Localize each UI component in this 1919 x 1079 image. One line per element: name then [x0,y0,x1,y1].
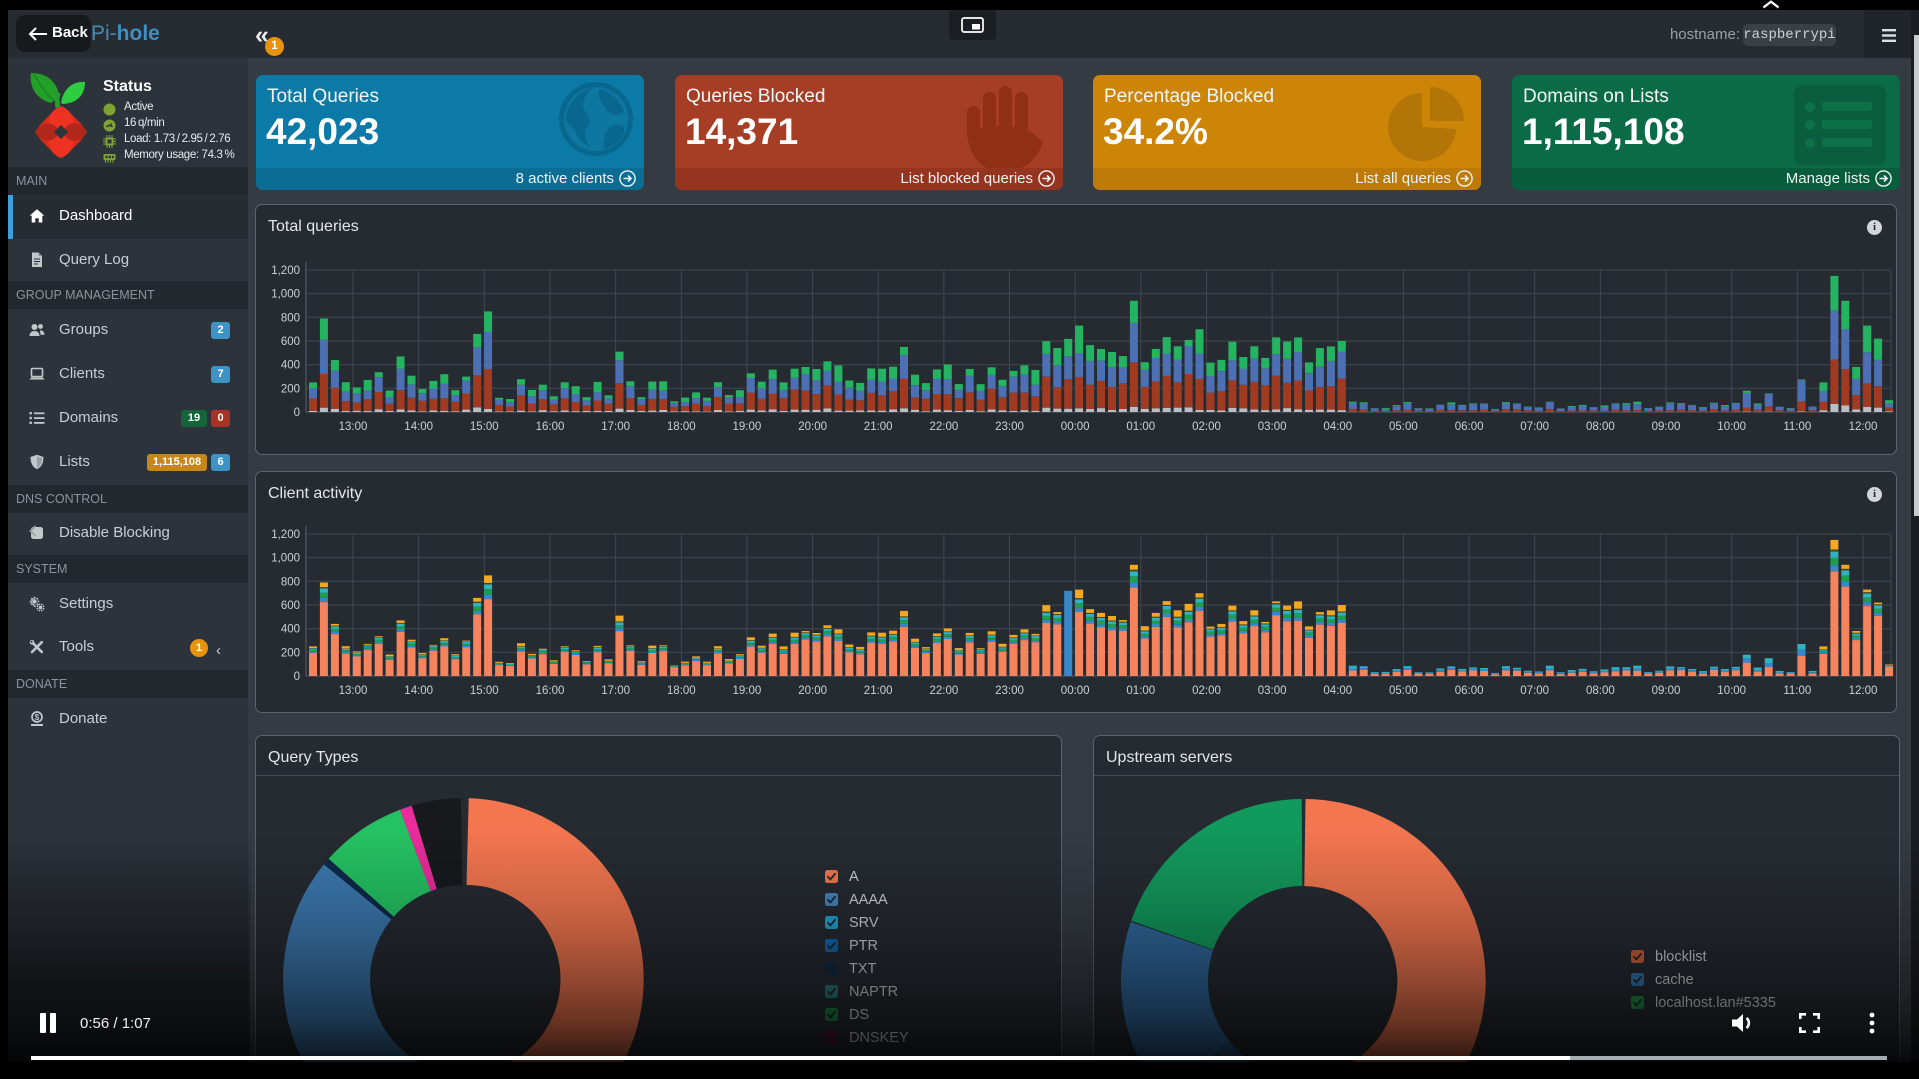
svg-text:09:00: 09:00 [1652,685,1681,697]
svg-text:03:00: 03:00 [1258,421,1287,433]
svg-text:1,200: 1,200 [271,529,300,541]
svg-text:16:00: 16:00 [536,685,565,697]
svg-text:08:00: 08:00 [1586,421,1615,433]
svg-text:0: 0 [294,407,300,419]
svg-text:05:00: 05:00 [1389,685,1418,697]
svg-text:17:00: 17:00 [601,421,630,433]
svg-text:14:00: 14:00 [404,421,433,433]
svg-text:23:00: 23:00 [995,685,1024,697]
svg-text:10:00: 10:00 [1717,421,1746,433]
svg-text:18:00: 18:00 [667,685,696,697]
svg-text:13:00: 13:00 [339,421,368,433]
svg-text:20:00: 20:00 [798,421,827,433]
svg-text:19:00: 19:00 [733,421,762,433]
svg-text:03:00: 03:00 [1258,685,1287,697]
svg-text:17:00: 17:00 [601,685,630,697]
svg-text:18:00: 18:00 [667,421,696,433]
svg-text:1,000: 1,000 [271,553,300,565]
svg-text:800: 800 [281,312,300,324]
svg-text:04:00: 04:00 [1323,685,1352,697]
svg-text:200: 200 [281,647,300,659]
svg-text:400: 400 [281,624,300,636]
svg-text:09:00: 09:00 [1652,421,1681,433]
svg-text:22:00: 22:00 [930,421,959,433]
svg-text:600: 600 [281,336,300,348]
svg-text:200: 200 [281,383,300,395]
svg-text:00:00: 00:00 [1061,685,1090,697]
svg-text:06:00: 06:00 [1455,421,1484,433]
svg-text:01:00: 01:00 [1126,685,1155,697]
svg-text:15:00: 15:00 [470,685,499,697]
svg-text:12:00: 12:00 [1849,421,1878,433]
svg-text:23:00: 23:00 [995,421,1024,433]
svg-text:19:00: 19:00 [733,685,762,697]
svg-text:07:00: 07:00 [1520,421,1549,433]
svg-text:08:00: 08:00 [1586,685,1615,697]
svg-text:400: 400 [281,360,300,372]
svg-text:1,000: 1,000 [271,289,300,301]
svg-text:13:00: 13:00 [339,685,368,697]
svg-text:21:00: 21:00 [864,421,893,433]
svg-text:01:00: 01:00 [1126,421,1155,433]
svg-text:11:00: 11:00 [1783,421,1811,433]
svg-text:22:00: 22:00 [930,685,959,697]
svg-text:10:00: 10:00 [1717,685,1746,697]
svg-text:20:00: 20:00 [798,685,827,697]
svg-text:1,200: 1,200 [271,265,300,277]
svg-text:0: 0 [294,671,300,683]
svg-text:04:00: 04:00 [1323,421,1352,433]
svg-text:800: 800 [281,576,300,588]
svg-text:15:00: 15:00 [470,421,499,433]
svg-text:07:00: 07:00 [1520,685,1549,697]
svg-text:12:00: 12:00 [1849,685,1878,697]
svg-text:14:00: 14:00 [404,685,433,697]
svg-text:06:00: 06:00 [1455,685,1484,697]
svg-text:05:00: 05:00 [1389,421,1418,433]
svg-text:11:00: 11:00 [1783,685,1811,697]
svg-text:02:00: 02:00 [1192,685,1221,697]
svg-text:600: 600 [281,600,300,612]
svg-text:16:00: 16:00 [536,421,565,433]
svg-text:21:00: 21:00 [864,685,893,697]
svg-text:02:00: 02:00 [1192,421,1221,433]
svg-text:00:00: 00:00 [1061,421,1090,433]
